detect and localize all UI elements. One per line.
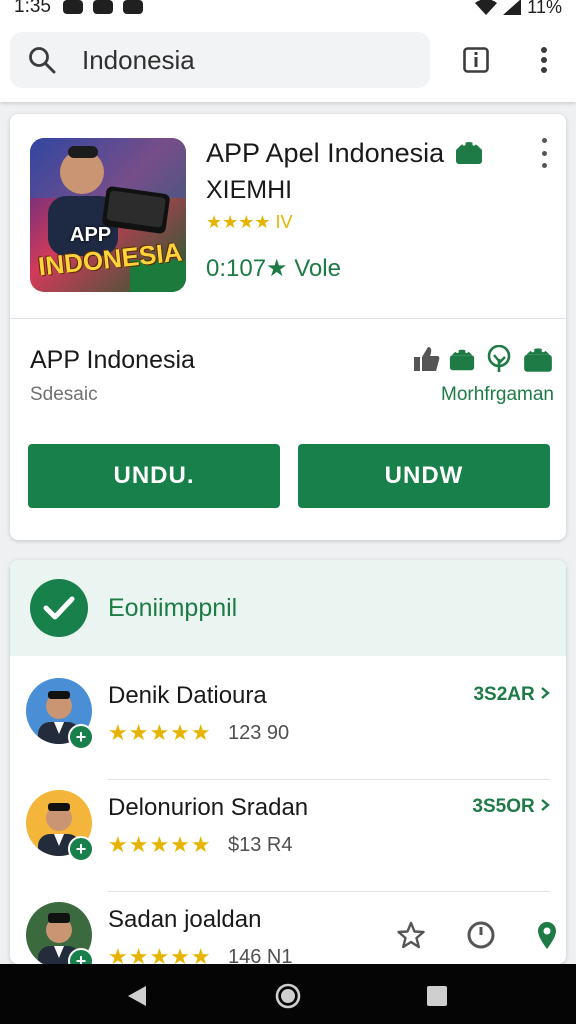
thumbs-up-icon bbox=[414, 347, 440, 371]
tree-icon bbox=[487, 345, 511, 372]
back-icon[interactable] bbox=[126, 984, 148, 1008]
android-icon bbox=[524, 348, 552, 372]
item-name: Denik Datioura bbox=[108, 682, 267, 709]
item-price[interactable]: 3S2AR bbox=[473, 684, 550, 706]
install-button-right[interactable]: UNDW bbox=[298, 444, 550, 508]
check-icon bbox=[43, 596, 75, 620]
add-icon[interactable]: + bbox=[68, 948, 94, 964]
search-icon[interactable] bbox=[28, 46, 56, 74]
star-outline-icon[interactable] bbox=[396, 920, 426, 950]
item-price-text: 3S2AR bbox=[473, 684, 535, 705]
top-search-bar: Indonesia bbox=[0, 22, 576, 102]
item-name: Delonurion Sradan bbox=[108, 794, 309, 821]
app-more-button[interactable] bbox=[534, 138, 554, 168]
item-count: 123 90 bbox=[228, 722, 290, 744]
info-icon bbox=[463, 47, 489, 73]
app-name: APP Indonesia bbox=[30, 346, 195, 374]
app-title: APP Apel Indonesia bbox=[206, 138, 445, 168]
recommendation-header: Eoniimppnil bbox=[10, 560, 566, 656]
search-query: Indonesia bbox=[82, 44, 195, 75]
android-icon bbox=[456, 142, 482, 164]
item-stars: ★★★★★ bbox=[108, 944, 212, 964]
app-card: APP INDONESIA APP Apel Indonesia XIEMHI … bbox=[10, 114, 566, 540]
item-price[interactable]: 3S5OR bbox=[472, 796, 550, 818]
list-item[interactable]: + Denik Datioura ★★★★★ 123 90 3S2AR bbox=[10, 668, 566, 780]
recents-icon[interactable] bbox=[426, 985, 448, 1007]
item-actions bbox=[396, 920, 558, 950]
status-bar: 1:35 11% bbox=[0, 0, 576, 22]
add-icon[interactable]: + bbox=[68, 836, 94, 862]
recommendation-card: Eoniimppnil + Denik Datioura ★★★★★ 123 9… bbox=[10, 560, 566, 964]
item-price-text: 3S5OR bbox=[472, 796, 535, 817]
notification-icon bbox=[92, 0, 113, 14]
location-icon[interactable] bbox=[536, 920, 558, 950]
wifi-icon bbox=[475, 0, 498, 15]
add-icon[interactable]: + bbox=[68, 724, 94, 750]
recommendation-title: Eoniimppnil bbox=[108, 593, 238, 622]
check-badge bbox=[30, 579, 88, 637]
item-stars: ★★★★★ bbox=[108, 832, 212, 857]
notification-icon bbox=[62, 0, 83, 14]
status-time: 1:35 bbox=[14, 0, 51, 17]
android-icon bbox=[449, 349, 475, 371]
list-item[interactable]: + Sadan joaldan ★★★★★ 146 N1 bbox=[10, 892, 566, 964]
badge-caption: Morhfrgaman bbox=[441, 384, 554, 405]
search-input[interactable]: Indonesia bbox=[10, 32, 430, 88]
item-stars: ★★★★★ bbox=[108, 720, 212, 745]
developer-name[interactable]: Sdesaic bbox=[30, 384, 98, 406]
item-name: Sadan joaldan bbox=[108, 906, 262, 933]
system-nav-bar bbox=[0, 964, 576, 1024]
app-votes: 0:107★ Vole bbox=[206, 255, 341, 282]
chevron-right-icon bbox=[541, 799, 550, 811]
home-icon[interactable] bbox=[274, 982, 302, 1010]
app-rating: ★★★★ IV bbox=[206, 212, 293, 232]
item-count: 146 N1 bbox=[228, 946, 293, 964]
more-vert-icon bbox=[541, 47, 547, 73]
chevron-right-icon bbox=[541, 687, 550, 699]
app-subtitle: XIEMHI bbox=[206, 176, 293, 204]
more-options-button[interactable] bbox=[532, 44, 556, 76]
info-button[interactable] bbox=[460, 44, 492, 76]
battery-level: 11% bbox=[527, 0, 562, 17]
more-vert-icon bbox=[541, 138, 547, 143]
timer-icon[interactable] bbox=[466, 920, 496, 950]
list-item[interactable]: + Delonurion Sradan ★★★★★ $13 R4 3S5OR bbox=[10, 780, 566, 892]
install-button-left[interactable]: UNDU. bbox=[28, 444, 280, 508]
notification-icon bbox=[122, 0, 143, 14]
divider bbox=[10, 318, 566, 319]
signal-icon bbox=[503, 0, 522, 15]
feature-badges bbox=[412, 344, 554, 374]
item-count: $13 R4 bbox=[228, 834, 293, 856]
app-icon[interactable]: APP INDONESIA bbox=[30, 138, 186, 292]
